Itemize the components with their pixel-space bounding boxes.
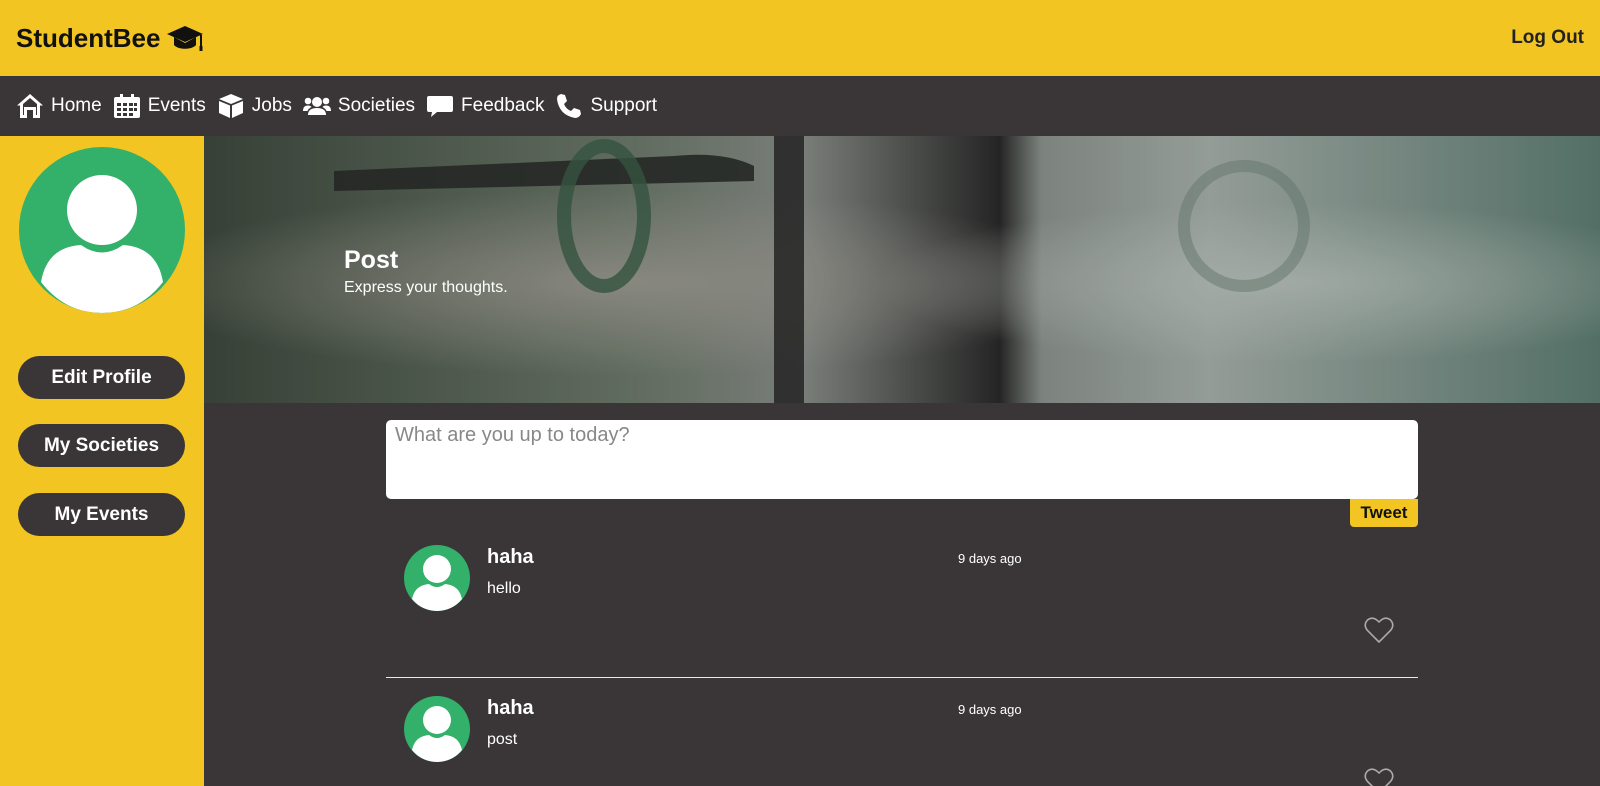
nav-item-label: Support (590, 95, 658, 116)
nav-item-label: Home (51, 95, 102, 116)
list-item: haha 9 days ago hello (386, 545, 1418, 665)
avatar (19, 147, 185, 313)
post-username[interactable]: haha (487, 697, 534, 720)
logout-button[interactable]: Log Out (1511, 27, 1584, 49)
post-content: hello (487, 580, 521, 597)
nav-item-support[interactable]: Support (555, 93, 657, 119)
nav-item-feedback[interactable]: Feedback (426, 93, 544, 119)
post-banner: Post Express your thoughts. (204, 136, 1600, 403)
nav-item-home[interactable]: Home (16, 93, 102, 119)
user-icon (41, 175, 163, 313)
post-divider (386, 677, 1418, 678)
banner-title: Post (344, 246, 399, 274)
nav-item-jobs[interactable]: Jobs (217, 93, 292, 119)
post-username[interactable]: haha (487, 546, 534, 569)
nav-item-label: Jobs (251, 95, 292, 116)
brand-name: StudentBee (16, 22, 161, 53)
nav-item-label: Events (147, 95, 206, 116)
profile-sidebar: Edit Profile My Societies My Events (0, 136, 204, 786)
tweet-button[interactable]: Tweet (1350, 499, 1418, 527)
calendar-icon (113, 94, 140, 118)
post-content: post (487, 731, 518, 748)
post-timestamp: 9 days ago (958, 702, 1022, 717)
box-icon (218, 94, 243, 118)
avatar (404, 545, 470, 611)
my-events-button[interactable]: My Events (18, 493, 185, 536)
nav-item-societies[interactable]: Societies (302, 93, 416, 119)
top-bar: StudentBee Log Out (0, 0, 1600, 76)
avatar (404, 696, 470, 762)
my-societies-button[interactable]: My Societies (18, 424, 185, 467)
brand-logo[interactable]: StudentBee (16, 23, 204, 54)
banner-subtitle: Express your thoughts. (344, 279, 508, 296)
nav-item-events[interactable]: Events (113, 93, 206, 119)
user-icon (412, 555, 462, 611)
heart-icon[interactable] (1364, 767, 1394, 786)
phone-icon (557, 94, 582, 118)
list-item: haha 9 days ago post (386, 696, 1418, 786)
post-timestamp: 9 days ago (958, 551, 1022, 566)
home-icon (17, 94, 43, 118)
user-icon (412, 706, 462, 762)
post-input[interactable] (395, 424, 1409, 495)
nav-item-label: Feedback (461, 95, 545, 116)
users-icon (302, 97, 331, 115)
graduation-cap-icon (167, 26, 204, 51)
nav-item-label: Societies (337, 95, 416, 116)
comment-icon (427, 96, 454, 117)
heart-icon[interactable] (1364, 616, 1394, 644)
banner-image (204, 136, 1600, 403)
edit-profile-button[interactable]: Edit Profile (18, 356, 185, 399)
compose-box (386, 420, 1418, 499)
main-nav: Home Events Jobs Societies Feedback Supp… (0, 76, 1600, 136)
